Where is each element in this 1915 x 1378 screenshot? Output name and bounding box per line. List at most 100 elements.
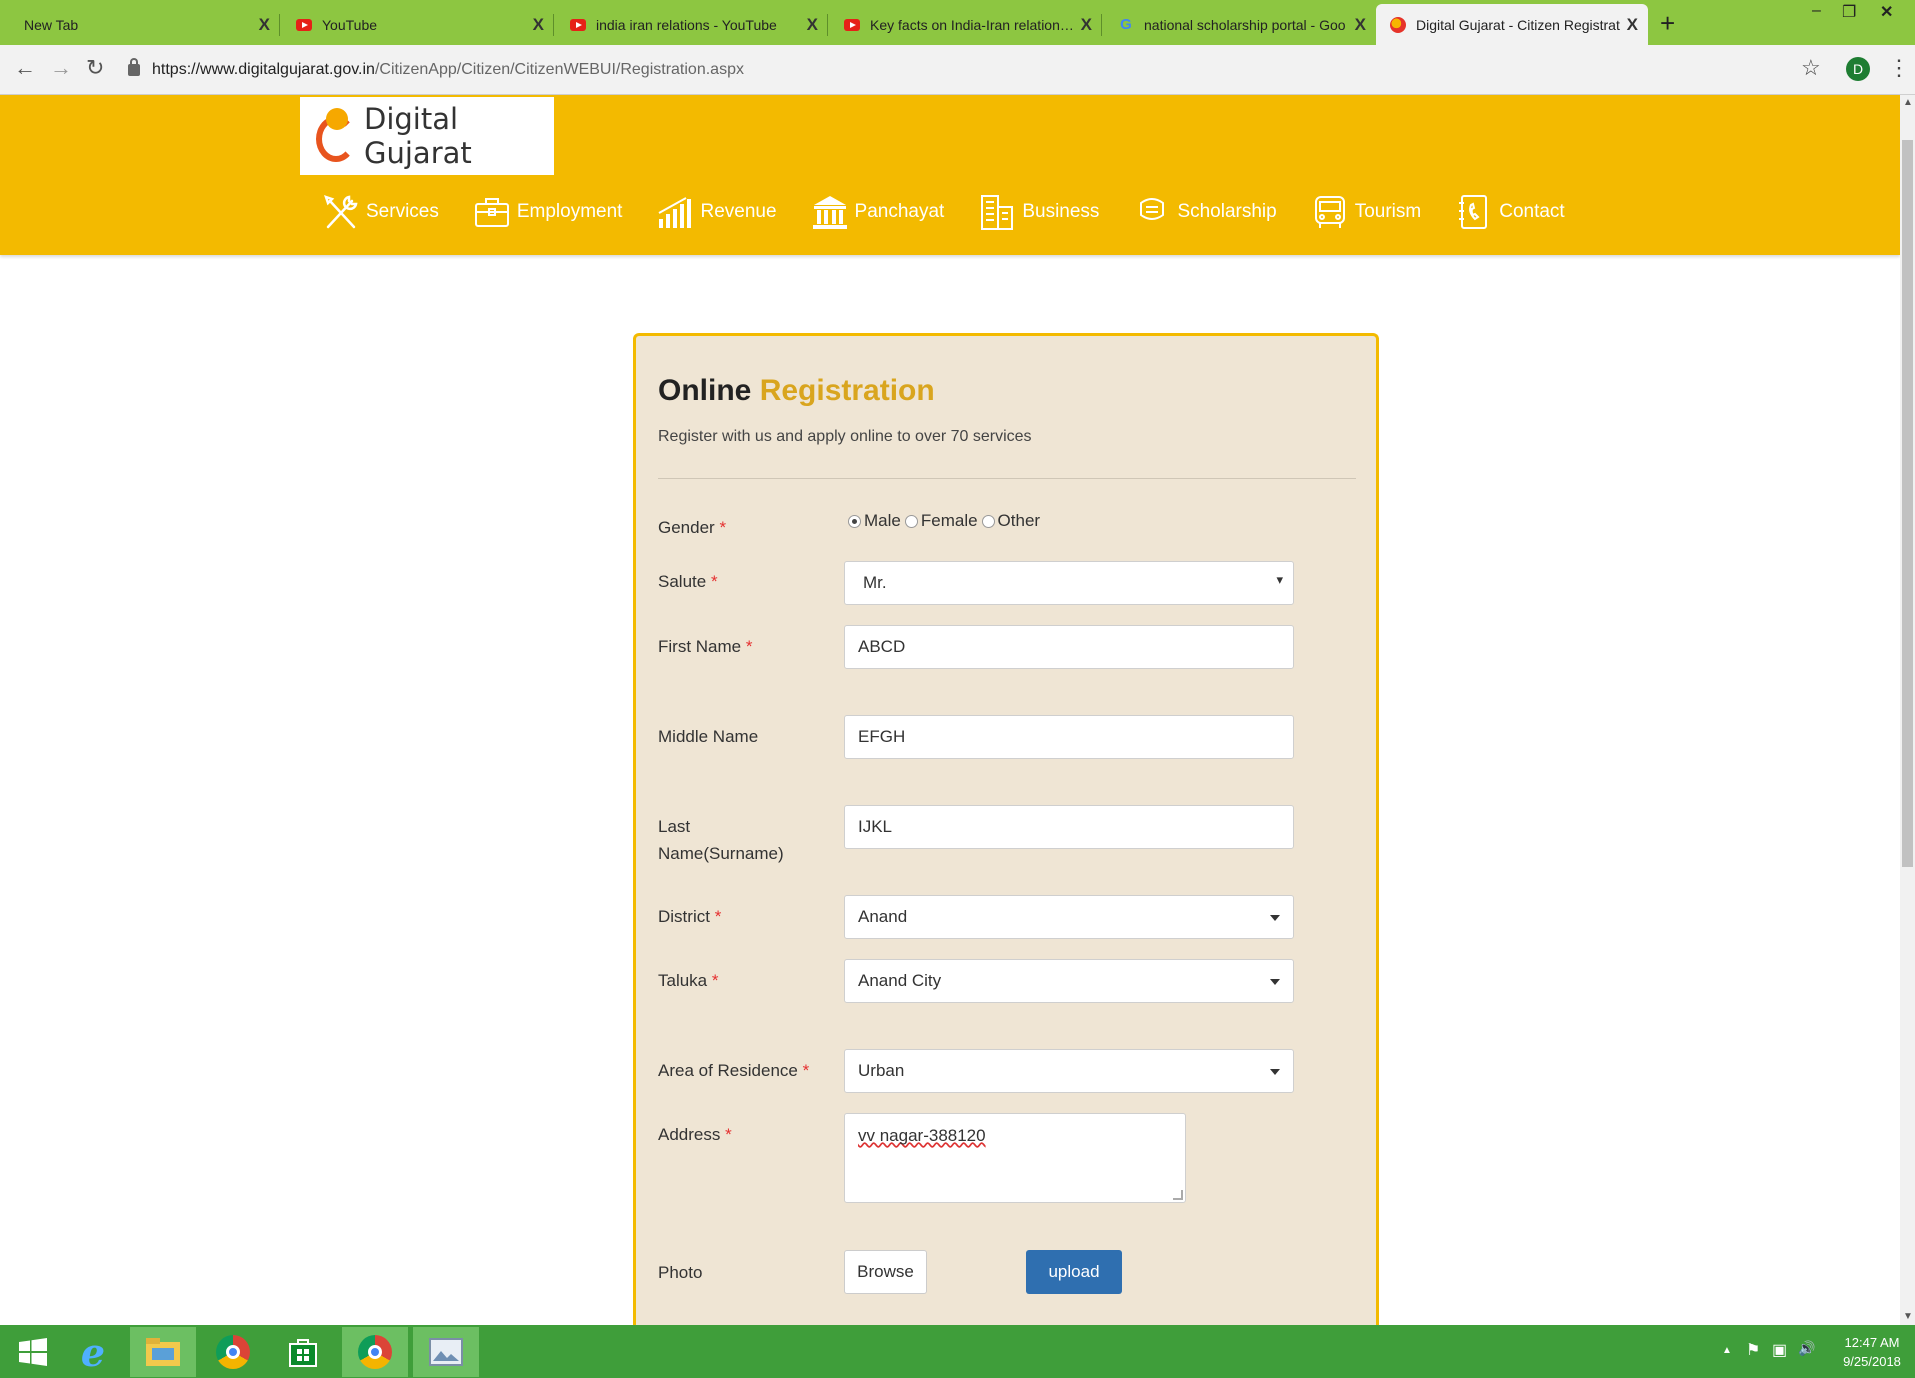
tray-overflow-icon[interactable]: ▲	[1722, 1345, 1732, 1356]
nav-revenue[interactable]: Revenue	[656, 193, 777, 231]
tab-close-icon[interactable]: X	[533, 15, 544, 35]
browser-tab[interactable]: New Tab X	[10, 4, 280, 45]
middle-name-input[interactable]: EFGH	[844, 715, 1294, 759]
browse-button[interactable]: Browse	[844, 1250, 927, 1294]
nav-tourism[interactable]: Tourism	[1311, 193, 1422, 231]
close-window-icon[interactable]: ✕	[1880, 2, 1893, 22]
url-domain: https://www.digitalgujarat.gov.in	[152, 61, 375, 78]
district-select[interactable]: Anand	[844, 895, 1294, 939]
taluka-label: Taluka *	[658, 971, 719, 990]
tab-close-icon[interactable]: X	[259, 15, 270, 35]
network-icon[interactable]: ▣	[1772, 1340, 1787, 1360]
taluka-select[interactable]: Anand City	[844, 959, 1294, 1003]
middle-name-label: Middle Name	[658, 727, 759, 746]
tab-close-icon[interactable]: X	[807, 15, 818, 35]
upload-button[interactable]: upload	[1026, 1250, 1122, 1294]
office-buildings-icon	[978, 193, 1016, 231]
windows-start-icon[interactable]	[0, 1327, 66, 1377]
nav-label: Panchayat	[854, 201, 945, 222]
scroll-down-icon[interactable]: ▼	[1903, 1311, 1913, 1322]
nav-label: Employment	[516, 201, 623, 222]
last-name-input[interactable]: IJKL	[844, 805, 1294, 849]
phone-book-icon	[1455, 193, 1493, 231]
nav-label: Scholarship	[1177, 201, 1277, 222]
url-path: /CitizenApp/Citizen/CitizenWEBUI/Registr…	[374, 61, 744, 78]
resize-handle-icon[interactable]	[1173, 1190, 1183, 1200]
bar-chart-icon	[656, 193, 694, 231]
forward-icon[interactable]: →	[50, 55, 72, 81]
youtube-icon	[296, 18, 312, 31]
tab-close-icon[interactable]: X	[1081, 15, 1092, 35]
form-title-part2: Registration	[759, 374, 935, 407]
scrollbar-thumb[interactable]	[1902, 140, 1913, 867]
gender-male-radio[interactable]	[848, 514, 861, 528]
tools-icon	[322, 193, 360, 231]
windows-taskbar: e ▲ ⚑ ▣ 🔊 12:47 AM 9/25/2018	[0, 1325, 1915, 1378]
lock-icon	[128, 58, 140, 76]
nav-label: Tourism	[1354, 201, 1422, 222]
nav-employment[interactable]: Employment	[473, 193, 623, 231]
browser-tab-active[interactable]: Digital Gujarat - Citizen Registrat X	[1376, 4, 1648, 45]
digital-gujarat-logo-icon	[316, 108, 356, 164]
salute-label: Salute *	[658, 572, 718, 591]
form-subtitle: Register with us and apply online to ove…	[658, 428, 1032, 445]
salute-select[interactable]: Mr.	[844, 561, 1294, 605]
youtube-icon	[570, 18, 586, 31]
nav-panchayat[interactable]: Panchayat	[811, 193, 945, 231]
youtube-icon	[844, 18, 860, 31]
address-textarea[interactable]: vv nagar-388120	[844, 1113, 1186, 1203]
browser-menu-icon[interactable]: ⋮	[1888, 55, 1910, 81]
chrome-icon[interactable]	[200, 1327, 266, 1377]
back-icon[interactable]: ←	[14, 55, 36, 81]
gender-radio-group: Male Female Other	[844, 511, 1040, 531]
tab-separator	[1101, 14, 1102, 36]
browser-tab[interactable]: india iran relations - YouTube X	[556, 4, 828, 45]
logo-text: Digital Gujarat	[364, 102, 472, 170]
nav-scholarship[interactable]: Scholarship	[1133, 193, 1277, 231]
address-value: vv nagar-388120	[858, 1126, 986, 1145]
browser-tab-strip: New Tab X YouTube X india iran relations…	[0, 0, 1915, 45]
restore-icon[interactable]: ❐	[1842, 2, 1856, 22]
nav-label: Revenue	[700, 201, 777, 222]
volume-icon[interactable]: 🔊	[1798, 1340, 1815, 1357]
browser-tab[interactable]: Key facts on India-Iran relations - X	[830, 4, 1102, 45]
district-value: Anand	[858, 907, 908, 926]
site-logo[interactable]: Digital Gujarat	[300, 97, 554, 175]
photo-viewer-icon[interactable]	[413, 1327, 479, 1377]
address-label: Address *	[658, 1125, 732, 1144]
nav-services[interactable]: Services	[322, 193, 439, 231]
address-bar[interactable]: https://www.digitalgujarat.gov.in/Citize…	[128, 53, 1798, 87]
main-navigation: Services Employment Revenue Panchayat Bu…	[322, 193, 1599, 231]
bookmark-star-icon[interactable]: ☆	[1801, 55, 1821, 81]
taskbar-clock[interactable]: 12:47 AM 9/25/2018	[1836, 1333, 1908, 1371]
browser-toolbar: ← → ↻ https://www.digitalgujarat.gov.in /…	[0, 45, 1915, 95]
tab-title: New Tab	[24, 16, 79, 33]
gender-other-radio[interactable]	[981, 514, 995, 528]
store-icon[interactable]	[270, 1327, 336, 1377]
gender-option-label: Female	[920, 511, 978, 530]
chrome-icon[interactable]	[342, 1327, 408, 1377]
page-scrollbar[interactable]: ▲ ▼	[1900, 95, 1915, 1325]
action-center-flag-icon[interactable]: ⚑	[1746, 1340, 1760, 1360]
gender-option-label: Other	[997, 511, 1041, 530]
tab-close-icon[interactable]: X	[1627, 15, 1638, 35]
nav-contact[interactable]: Contact	[1455, 193, 1565, 231]
tab-close-icon[interactable]: X	[1355, 15, 1366, 35]
profile-avatar[interactable]: D	[1846, 57, 1870, 81]
scroll-up-icon[interactable]: ▲	[1903, 97, 1913, 108]
area-of-residence-select[interactable]: Urban	[844, 1049, 1294, 1093]
file-explorer-icon[interactable]	[130, 1327, 196, 1377]
gender-female-radio[interactable]	[904, 514, 918, 528]
first-name-input[interactable]: ABCD	[844, 625, 1294, 669]
nav-business[interactable]: Business	[978, 193, 1099, 231]
minimize-icon[interactable]: –	[1812, 2, 1821, 20]
browser-tab[interactable]: G national scholarship portal - Goo X	[1104, 4, 1376, 45]
last-name-value: IJKL	[858, 817, 893, 836]
nav-label: Services	[366, 201, 439, 222]
reload-icon[interactable]: ↻	[86, 55, 104, 81]
browser-tab[interactable]: YouTube X	[282, 4, 554, 45]
internet-explorer-icon[interactable]: e	[60, 1327, 126, 1377]
area-of-residence-label: Area of Residence *	[658, 1061, 810, 1080]
first-name-value: ABCD	[858, 637, 906, 656]
new-tab-button[interactable]: +	[1660, 8, 1675, 39]
